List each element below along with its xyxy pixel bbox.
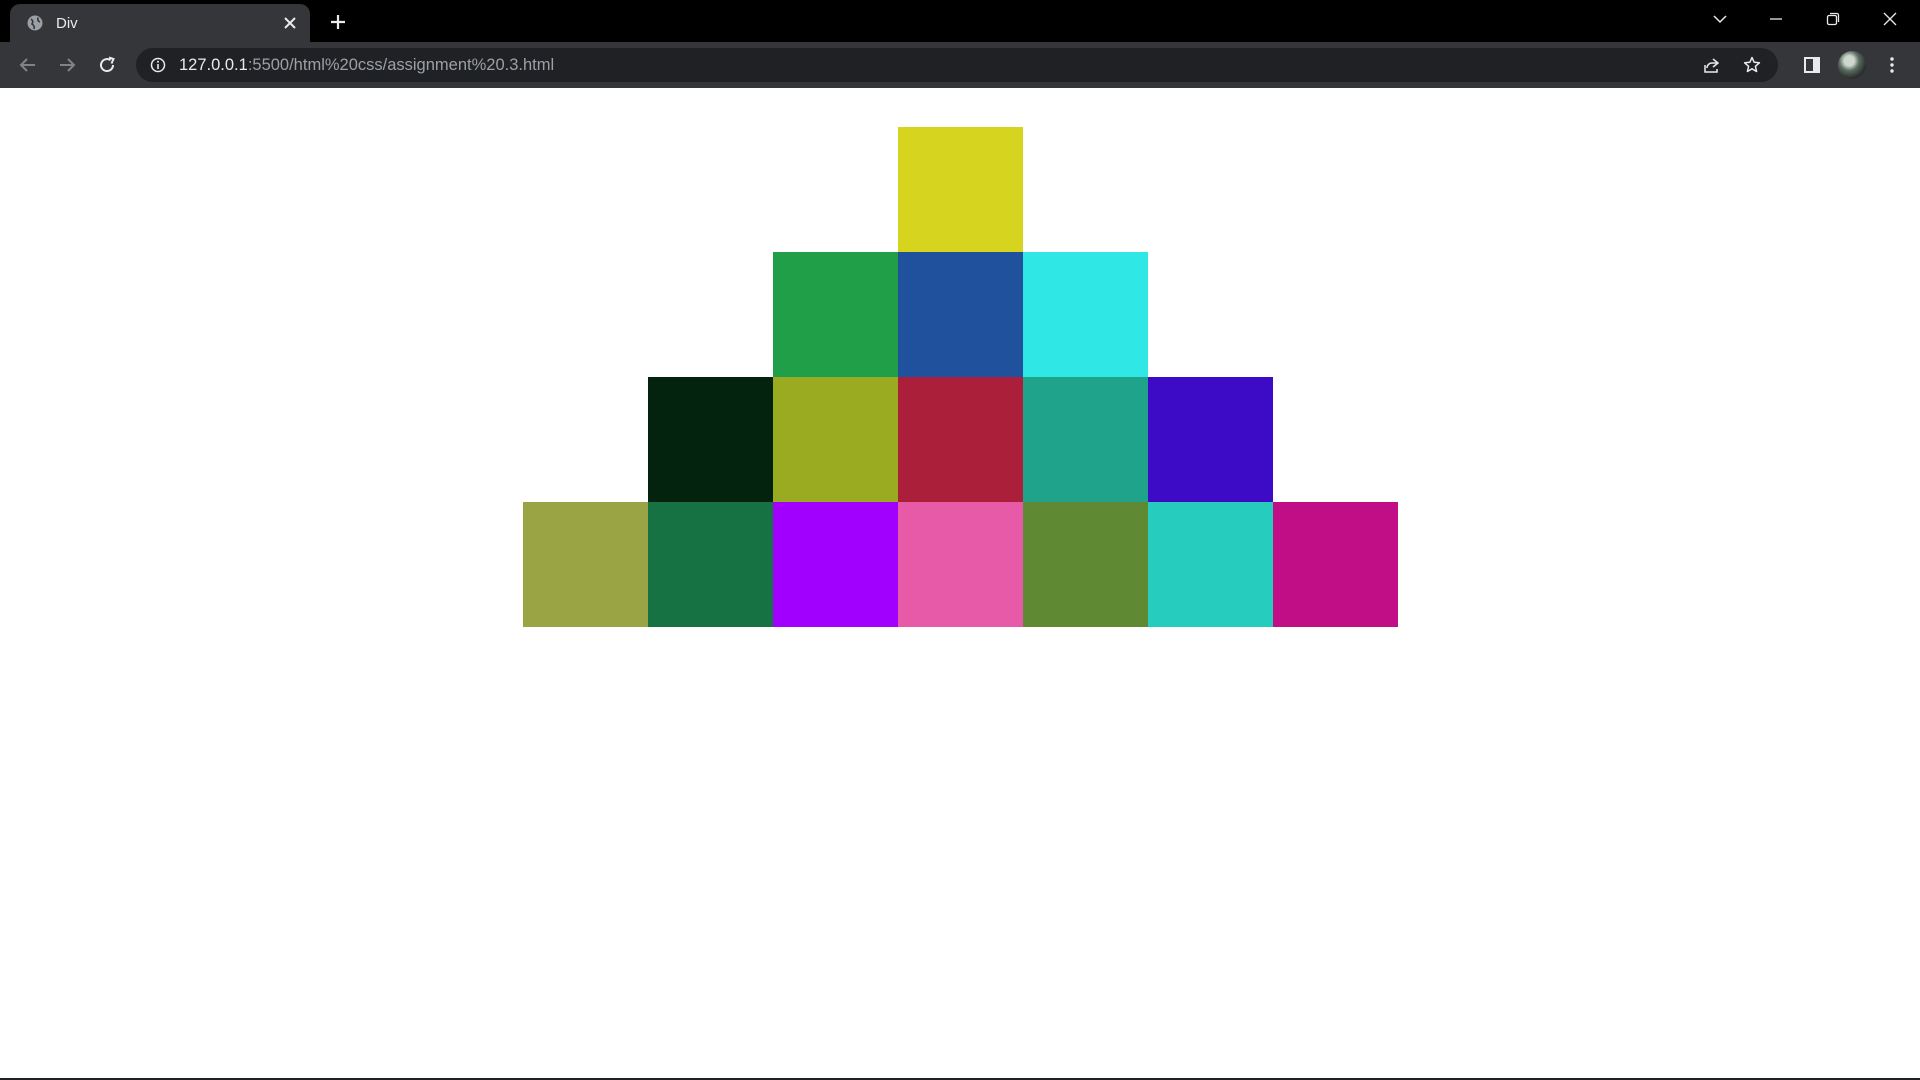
color-block: [1022, 252, 1148, 377]
forward-arrow-icon[interactable]: [51, 49, 83, 81]
color-block: [897, 502, 1023, 627]
color-block: [772, 502, 898, 627]
color-block: [522, 502, 648, 627]
block-pyramid: [0, 127, 1920, 627]
browser-toolbar: 127.0.0.1:5500/html%20css/assignment%20.…: [0, 42, 1920, 88]
url-text[interactable]: 127.0.0.1:5500/html%20css/assignment%20.…: [179, 56, 554, 75]
tab-active[interactable]: Div: [10, 4, 310, 42]
color-block: [1022, 377, 1148, 502]
color-block: [647, 377, 773, 502]
minimize-icon[interactable]: [1748, 0, 1804, 38]
reload-icon[interactable]: [91, 49, 123, 81]
address-bar[interactable]: 127.0.0.1:5500/html%20css/assignment%20.…: [136, 48, 1778, 82]
restore-icon[interactable]: [1805, 0, 1861, 38]
color-block: [897, 127, 1023, 252]
star-icon[interactable]: [1736, 49, 1768, 81]
color-block: [647, 502, 773, 627]
info-icon[interactable]: [149, 56, 167, 74]
url-host: 127.0.0.1: [179, 55, 248, 74]
share-icon[interactable]: [1696, 49, 1728, 81]
close-icon[interactable]: [276, 9, 304, 37]
pyramid-row: [0, 377, 1920, 502]
color-block: [897, 252, 1023, 377]
pyramid-row: [0, 252, 1920, 377]
tab-title: Div: [56, 14, 78, 32]
color-block: [897, 377, 1023, 502]
globe-icon: [26, 14, 44, 32]
plus-icon[interactable]: [324, 8, 352, 36]
side-panel-icon[interactable]: [1796, 49, 1828, 81]
color-block: [1022, 502, 1148, 627]
profile-avatar[interactable]: [1838, 51, 1866, 79]
page-viewport: [0, 88, 1920, 1078]
color-block: [1147, 377, 1273, 502]
pyramid-row: [0, 127, 1920, 252]
chevron-down-icon[interactable]: [1692, 0, 1748, 38]
pyramid-row: [0, 502, 1920, 627]
back-arrow-icon[interactable]: [12, 49, 44, 81]
kebab-menu-icon[interactable]: [1876, 49, 1908, 81]
color-block: [1272, 502, 1398, 627]
window-close-icon[interactable]: [1862, 0, 1918, 38]
tab-strip: Div: [0, 0, 1920, 42]
url-path: :5500/html%20css/assignment%20.3.html: [247, 55, 555, 74]
color-block: [772, 377, 898, 502]
color-block: [772, 252, 898, 377]
color-block: [1147, 502, 1273, 627]
